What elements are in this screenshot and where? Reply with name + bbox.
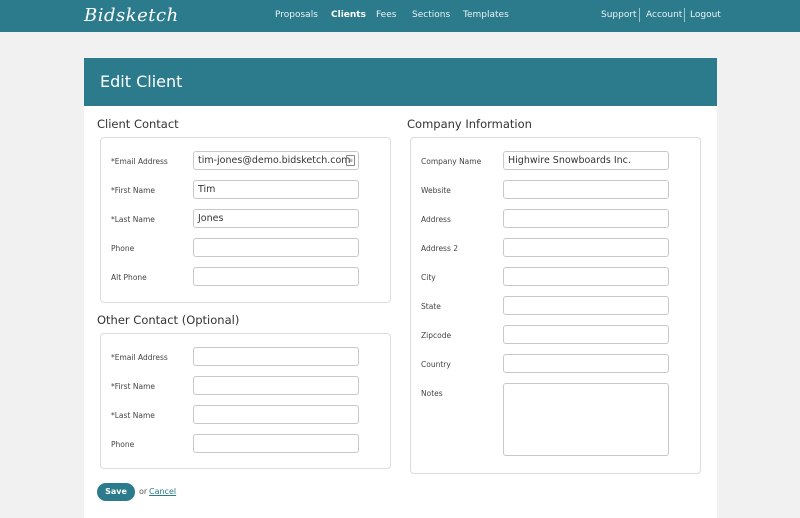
zipcode-label: Zipcode bbox=[421, 331, 452, 340]
other-email-field[interactable] bbox=[193, 347, 359, 366]
client-email-field[interactable]: tim-jones@demo.bidsketch.com ≡ bbox=[193, 151, 359, 170]
client-phone-label: Phone bbox=[111, 244, 135, 253]
client-email-label: *Email Address bbox=[111, 157, 168, 166]
nav-divider bbox=[684, 8, 685, 22]
address-2-field[interactable] bbox=[503, 238, 669, 257]
website-field[interactable] bbox=[503, 180, 669, 199]
country-field[interactable] bbox=[503, 354, 669, 373]
nav-sections[interactable]: Sections bbox=[412, 10, 450, 20]
client-last-name-field[interactable]: Jones bbox=[193, 209, 359, 228]
nav-clients[interactable]: Clients bbox=[331, 10, 366, 20]
nav-support[interactable]: Support bbox=[601, 10, 637, 20]
nav-proposals[interactable]: Proposals bbox=[275, 10, 318, 20]
client-first-name-label: *First Name bbox=[111, 186, 156, 195]
address-2-label: Address 2 bbox=[421, 244, 459, 253]
other-phone-field[interactable] bbox=[193, 434, 359, 453]
other-phone-label: Phone bbox=[111, 440, 135, 449]
client-alt-phone-field[interactable] bbox=[193, 267, 359, 286]
other-first-name-label: *First Name bbox=[111, 382, 156, 391]
client-last-name-label: *Last Name bbox=[111, 215, 155, 224]
notes-label: Notes bbox=[421, 389, 443, 398]
client-alt-phone-label: Alt Phone bbox=[111, 273, 147, 282]
company-name-label: Company Name bbox=[421, 157, 482, 166]
save-button[interactable]: Save bbox=[97, 483, 135, 501]
cancel-link[interactable]: Cancel bbox=[149, 487, 176, 496]
nav-account[interactable]: Account bbox=[646, 10, 682, 20]
company-information-title: Company Information bbox=[407, 117, 532, 131]
other-first-name-field[interactable] bbox=[193, 376, 359, 395]
client-email-value: tim-jones@demo.bidsketch.com bbox=[198, 155, 351, 166]
nav-fees[interactable]: Fees bbox=[376, 10, 396, 20]
other-last-name-label: *Last Name bbox=[111, 411, 155, 420]
website-label: Website bbox=[421, 186, 451, 195]
panel-header: Edit Client bbox=[84, 58, 717, 106]
nav-logout[interactable]: Logout bbox=[690, 10, 721, 20]
zipcode-field[interactable] bbox=[503, 325, 669, 344]
other-last-name-field[interactable] bbox=[193, 405, 359, 424]
address-field[interactable] bbox=[503, 209, 669, 228]
other-email-label: *Email Address bbox=[111, 353, 168, 362]
notes-textarea[interactable] bbox=[503, 383, 669, 456]
company-name-field[interactable]: Highwire Snowboards Inc. bbox=[503, 151, 669, 170]
city-label: City bbox=[421, 273, 436, 282]
other-contact-title: Other Contact (Optional) bbox=[97, 313, 240, 327]
nav-templates[interactable]: Templates bbox=[463, 10, 509, 20]
top-navigation-bar: Bidsketch Proposals Clients Fees Section… bbox=[0, 0, 800, 32]
page-title: Edit Client bbox=[100, 72, 183, 91]
state-field[interactable] bbox=[503, 296, 669, 315]
city-field[interactable] bbox=[503, 267, 669, 286]
bidsketch-logo[interactable]: Bidsketch bbox=[84, 5, 179, 26]
client-phone-field[interactable] bbox=[193, 238, 359, 257]
client-contact-title: Client Contact bbox=[97, 117, 179, 131]
client-first-name-field[interactable]: Tim bbox=[193, 180, 359, 199]
address-label: Address bbox=[421, 215, 451, 224]
country-label: Country bbox=[421, 360, 451, 369]
state-label: State bbox=[421, 302, 441, 311]
or-text: or bbox=[139, 487, 148, 496]
contact-card-icon[interactable]: ≡ bbox=[346, 155, 355, 166]
nav-divider bbox=[639, 8, 640, 22]
